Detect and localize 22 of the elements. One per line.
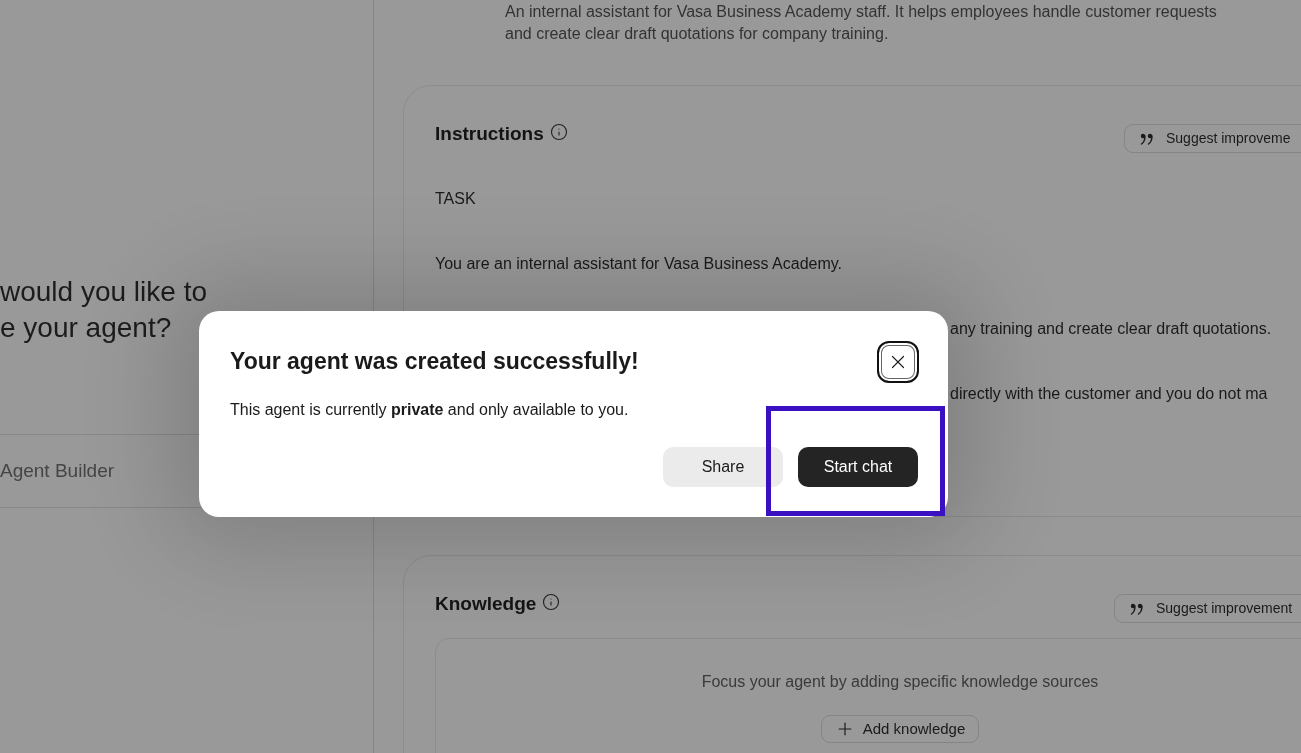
knowledge-hint: Focus your agent by adding specific knowledge sources [701, 672, 1099, 692]
dialog-title: Your agent was created successfully! [230, 347, 639, 376]
instruction-text: You are an internal assistant for Vasa Business Academy. [435, 254, 843, 274]
add-knowledge-button[interactable]: Add knowledge [820, 715, 980, 743]
start-chat-button[interactable]: Start chat [798, 447, 918, 487]
section-title: Instructions [435, 122, 544, 146]
info-icon [542, 593, 561, 611]
quote-icon [1140, 132, 1154, 145]
sidebar-item[interactable]: Agent Builder [0, 456, 115, 486]
suggest-improvement-button[interactable]: Suggest improveme [1124, 124, 1301, 153]
instruction-text: TASK [435, 189, 476, 209]
suggest-improvement-button[interactable]: Suggest improvement [1114, 594, 1301, 623]
instruction-text: directly with the customer and you do not ma [950, 384, 1268, 404]
agent-description: An internal assistant for Vasa Business Academy staff. It helps employees handle customer requests and create clear draft quotations for company training. [505, 2, 1218, 44]
instruction-text: any training and create clear draft quotations. [950, 319, 1272, 339]
close-button[interactable] [877, 341, 919, 383]
share-button[interactable]: Share [663, 447, 783, 487]
section-title: Knowledge [435, 592, 537, 616]
quote-icon [1130, 602, 1144, 615]
page-heading: would you like to e your agent? [0, 275, 207, 345]
info-icon [549, 123, 568, 141]
dialog-message: This agent is currently private and only available to you. [230, 400, 629, 420]
